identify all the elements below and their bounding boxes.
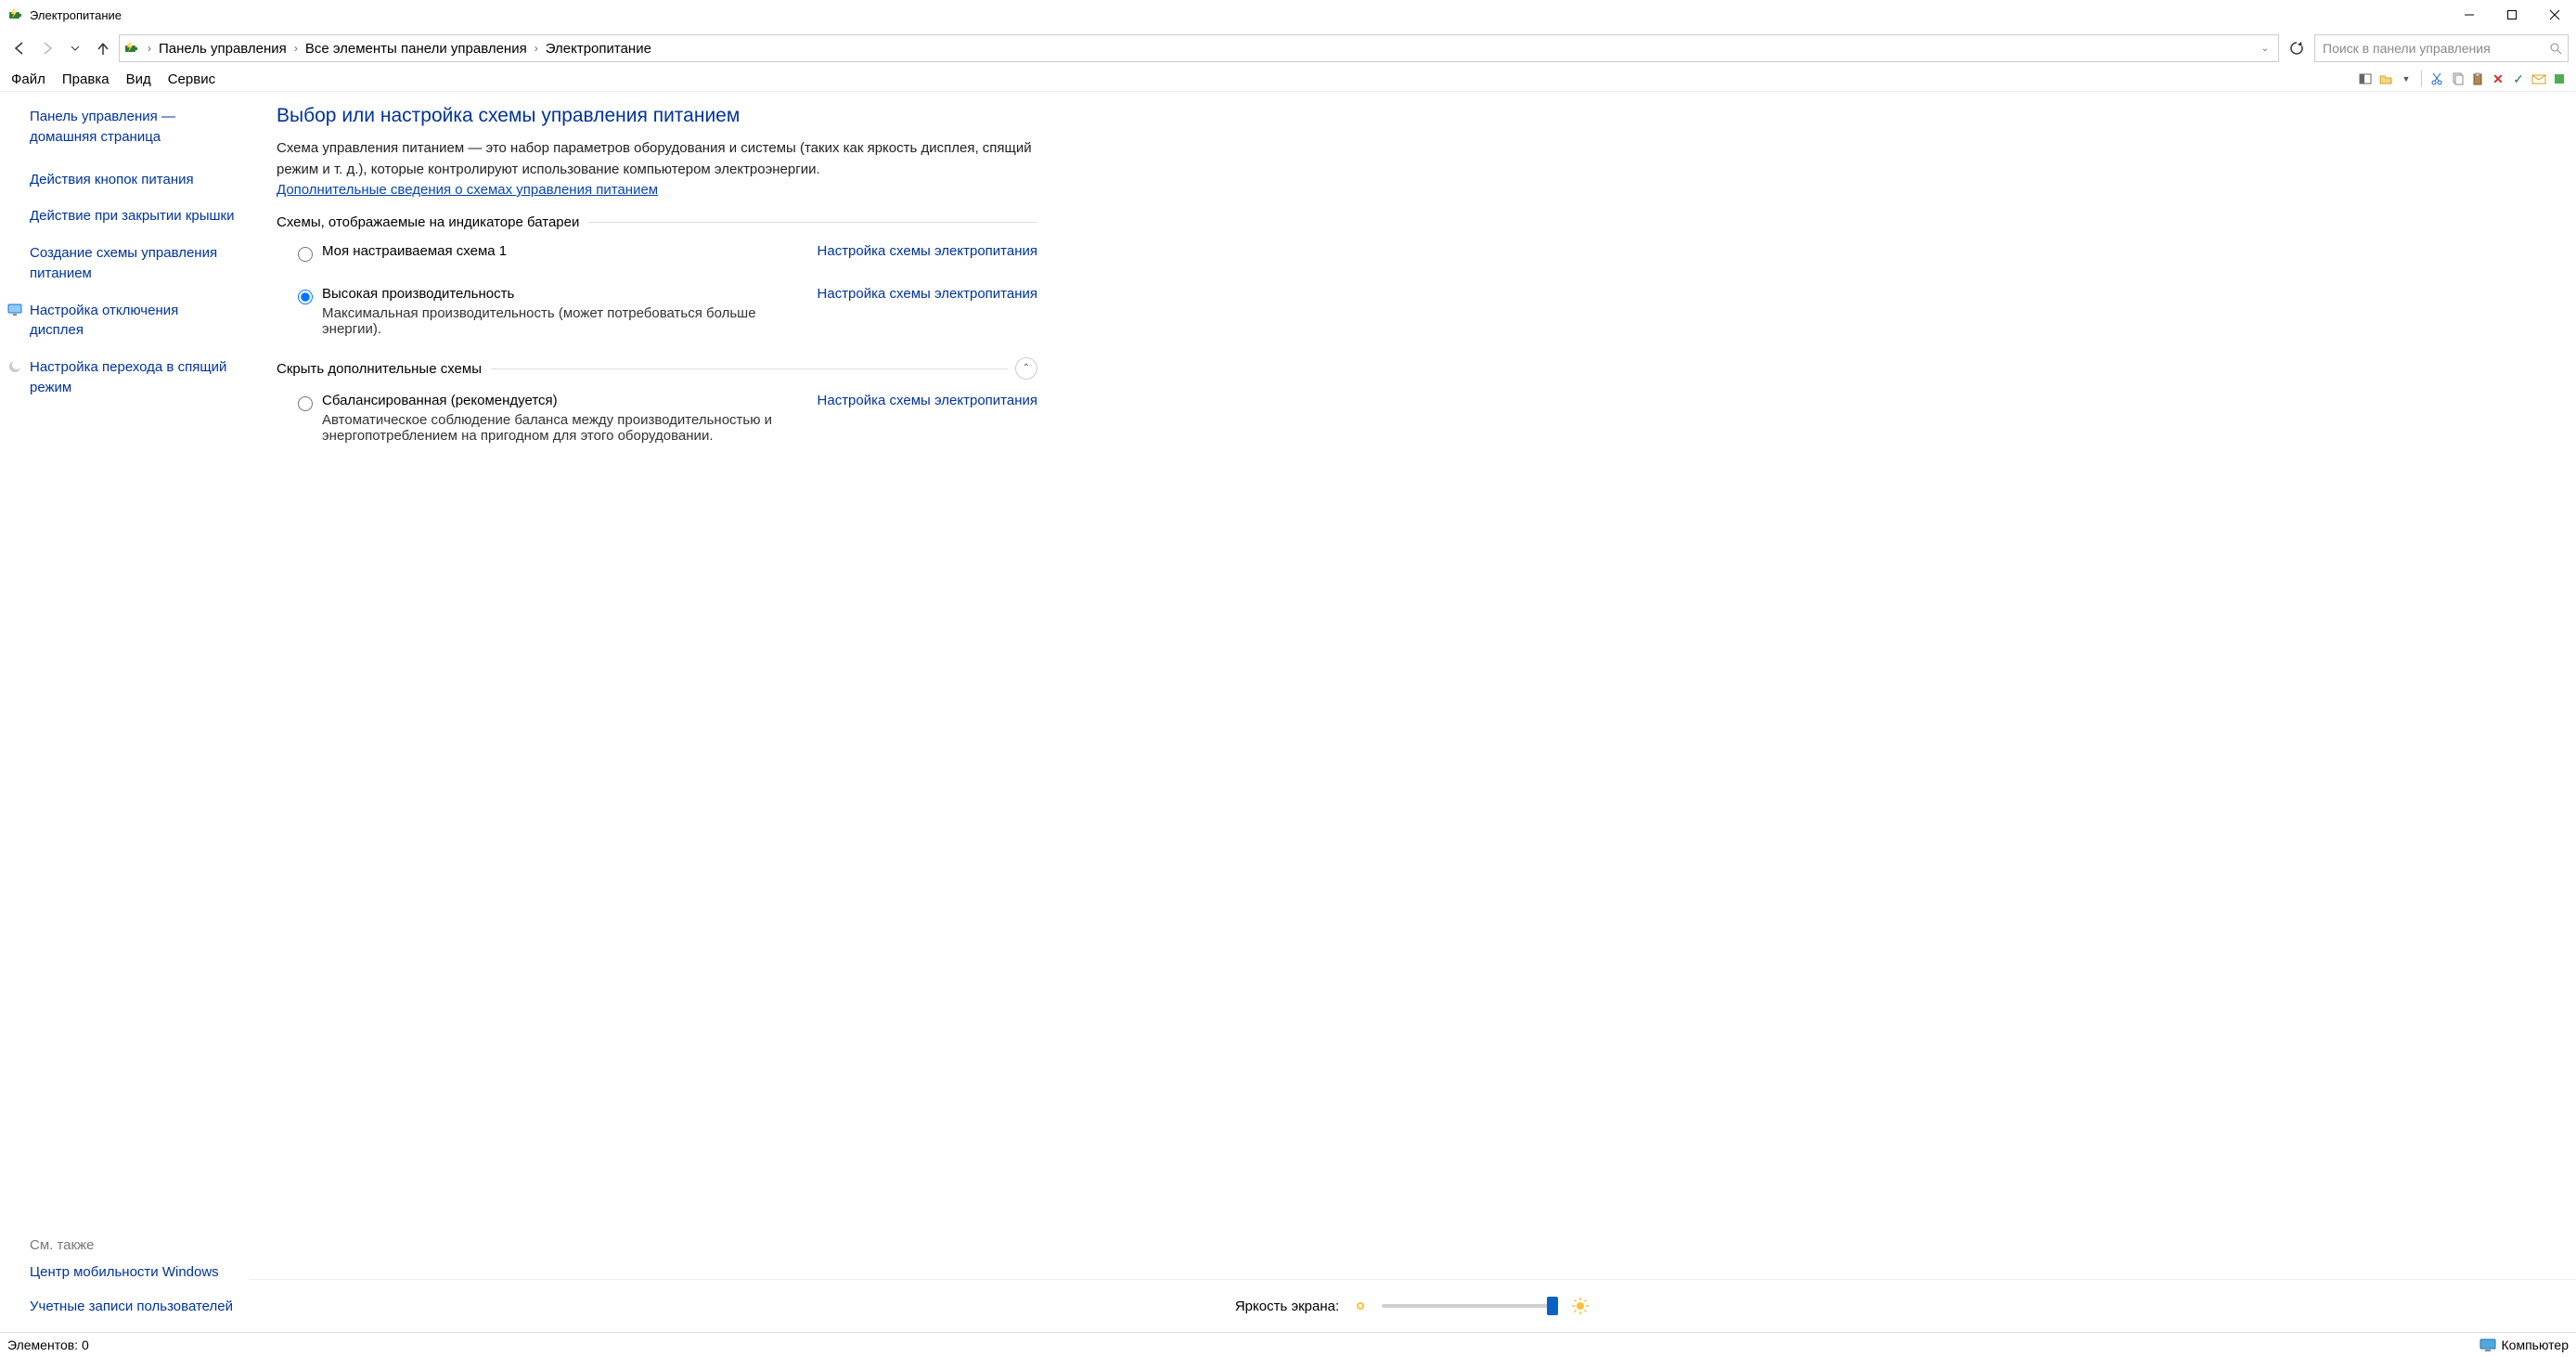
sidebar-link-sleep[interactable]: Настройка перехода в спящий режим	[30, 357, 236, 398]
menu-file[interactable]: Файл	[4, 70, 53, 89]
address-bar[interactable]: › Панель управления › Все элементы панел…	[119, 34, 2279, 62]
plan-name[interactable]: Высокая производительность	[322, 286, 803, 302]
nav-bar: › Панель управления › Все элементы панел…	[0, 30, 2576, 67]
window-title: Электропитание	[30, 8, 122, 22]
status-location: Компьютер	[2502, 1338, 2569, 1352]
moon-icon	[7, 359, 22, 374]
collapse-toggle-icon[interactable]: ⌃	[1015, 357, 1037, 380]
title-bar: Электропитание	[0, 0, 2576, 30]
plan-row-balanced: Сбалансированная (рекомендуется) Автомат…	[293, 389, 1037, 447]
see-also-header: См. также	[30, 1237, 236, 1253]
sidebar-link-user-accounts[interactable]: Учетные записи пользователей	[30, 1297, 236, 1317]
brightness-slider[interactable]	[1382, 1304, 1558, 1308]
status-bar: Элементов: 0 Компьютер	[0, 1332, 2576, 1357]
status-item-count: Элементов: 0	[7, 1338, 89, 1352]
menu-bar: Файл Правка Вид Сервис ▼ ✕ ✓	[0, 67, 2576, 92]
sidebar-link-mobility-center[interactable]: Центр мобильности Windows	[30, 1262, 236, 1283]
sidebar-link-create-plan[interactable]: Создание схемы управления питанием	[30, 243, 236, 284]
check-icon[interactable]: ✓	[2511, 71, 2526, 86]
chevron-down-icon[interactable]: ▼	[2399, 71, 2414, 86]
chevron-right-icon[interactable]: ›	[531, 42, 542, 55]
plan-settings-link[interactable]: Настройка схемы электропитания	[818, 286, 1037, 302]
page-title: Выбор или настройка схемы управления пит…	[277, 105, 1037, 127]
back-button[interactable]	[7, 36, 32, 60]
sidebar-link-power-buttons[interactable]: Действия кнопок питания	[30, 170, 236, 190]
sidebar-home-link[interactable]: Панель управления — домашняя страница	[30, 107, 236, 148]
panel-toggle-icon[interactable]	[2358, 71, 2373, 86]
toolbar: ▼ ✕ ✓	[2358, 71, 2572, 87]
plan-settings-link[interactable]: Настройка схемы электропитания	[818, 243, 1037, 259]
battery-icon	[123, 40, 140, 57]
up-button[interactable]	[91, 36, 115, 60]
monitor-icon	[7, 303, 22, 317]
plans-on-battery-header: Схемы, отображаемые на индикаторе батаре…	[277, 214, 1037, 230]
plan-name[interactable]: Моя настраиваемая схема 1	[322, 243, 803, 259]
brightness-label: Яркость экрана:	[1235, 1299, 1339, 1314]
close-button[interactable]	[2533, 0, 2576, 30]
menu-view[interactable]: Вид	[119, 70, 159, 89]
learn-more-link[interactable]: Дополнительные сведения о схемах управле…	[277, 182, 658, 198]
folder-icon[interactable]	[2378, 71, 2393, 86]
plan-radio-custom1[interactable]	[298, 247, 313, 262]
plan-description: Максимальная производительность (может п…	[322, 305, 803, 337]
menu-tools[interactable]: Сервис	[161, 70, 223, 89]
recent-dropdown[interactable]	[63, 36, 87, 60]
search-input[interactable]	[2321, 40, 2549, 57]
plan-settings-link[interactable]: Настройка схемы электропитания	[818, 393, 1037, 408]
breadcrumb-item[interactable]: Электропитание	[546, 41, 651, 57]
plan-name[interactable]: Сбалансированная (рекомендуется)	[322, 393, 803, 408]
search-icon	[2549, 42, 2562, 55]
brightness-low-icon	[1352, 1298, 1369, 1314]
computer-icon	[2479, 1338, 2496, 1351]
sidebar: Панель управления — домашняя страница Де…	[0, 92, 249, 1332]
chevron-right-icon[interactable]: ›	[144, 42, 155, 55]
delete-icon[interactable]: ✕	[2491, 71, 2505, 86]
forward-button[interactable]	[35, 36, 59, 60]
brightness-high-icon	[1571, 1297, 1590, 1315]
breadcrumb-item[interactable]: Все элементы панели управления	[305, 41, 527, 57]
refresh-button[interactable]	[2283, 34, 2311, 62]
plan-radio-balanced[interactable]	[298, 396, 313, 411]
mail-icon[interactable]	[2531, 71, 2546, 86]
maximize-button[interactable]	[2491, 0, 2533, 30]
paste-icon[interactable]	[2470, 71, 2485, 86]
brightness-bar: Яркость экрана:	[249, 1279, 2576, 1332]
minimize-button[interactable]	[2448, 0, 2491, 30]
slider-thumb[interactable]	[1547, 1297, 1558, 1315]
sidebar-link-lid-action[interactable]: Действие при закрытии крышки	[30, 206, 236, 226]
puzzle-icon[interactable]	[2552, 71, 2567, 86]
page-description: Схема управления питанием — это набор па…	[277, 138, 1037, 180]
address-dropdown[interactable]: ⌄	[2256, 44, 2274, 54]
cut-icon[interactable]	[2429, 71, 2444, 86]
chevron-right-icon[interactable]: ›	[290, 42, 302, 55]
plan-description: Автоматическое соблюдение баланса между …	[322, 412, 803, 444]
hide-additional-plans-header[interactable]: Скрыть дополнительные схемы ⌃	[277, 357, 1037, 380]
sidebar-link-display-off[interactable]: Настройка отключения дисплея	[30, 301, 236, 342]
plan-radio-high-performance[interactable]	[298, 290, 313, 304]
content-area: Выбор или настройка схемы управления пит…	[249, 92, 2576, 1332]
menu-edit[interactable]: Правка	[55, 70, 117, 89]
battery-icon	[7, 6, 24, 23]
breadcrumb-item[interactable]: Панель управления	[159, 41, 287, 57]
copy-icon[interactable]	[2450, 71, 2465, 86]
plan-row-custom1: Моя настраиваемая схема 1 Настройка схем…	[293, 239, 1037, 265]
plan-row-high-performance: Высокая производительность Максимальная …	[293, 282, 1037, 341]
search-box[interactable]	[2314, 34, 2569, 62]
